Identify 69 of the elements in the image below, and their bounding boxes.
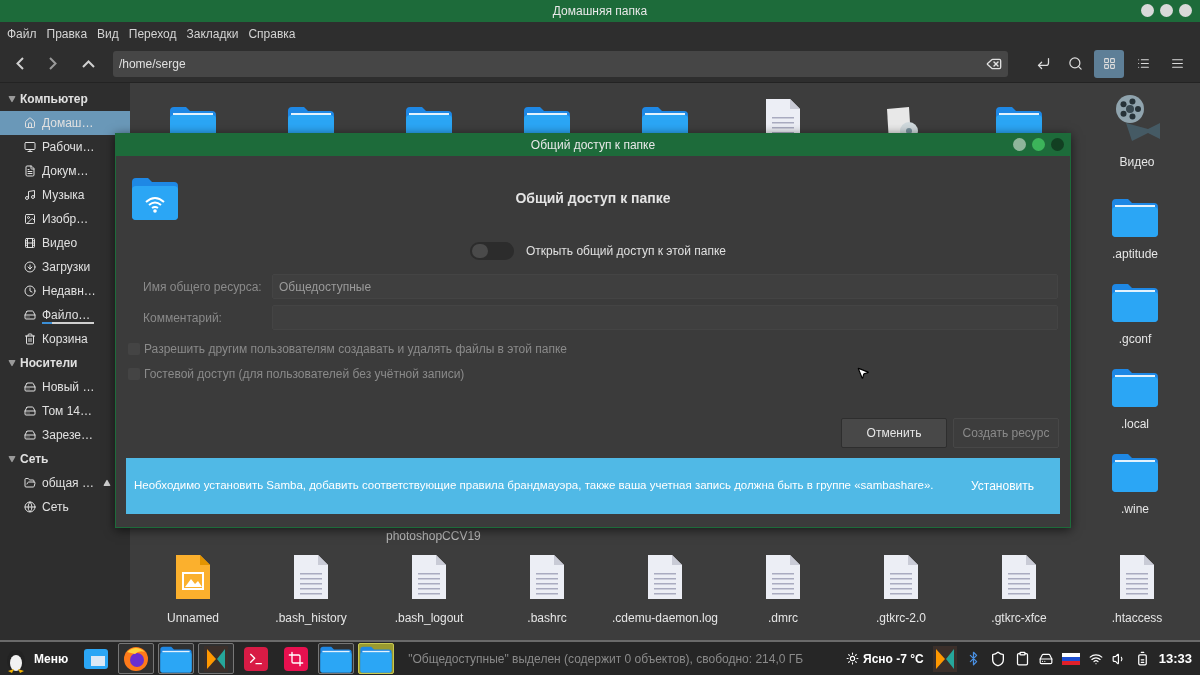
file-name[interactable]: Unnamed	[167, 611, 219, 626]
weather-text[interactable]: Ясно -7 °C	[863, 649, 924, 668]
place-label: Изобр…	[42, 211, 89, 228]
sidebar-item[interactable]: Зарезе…	[0, 423, 130, 447]
place-label: Докум…	[42, 163, 89, 180]
toggle-label: Открыть общий доступ к этой папке	[526, 243, 726, 260]
clock[interactable]: 13:33	[1158, 648, 1192, 669]
place-label: Видео	[42, 235, 78, 252]
field-label: Комментарий:	[142, 309, 223, 327]
place-label: Файло…	[42, 307, 91, 324]
place-label: Недавн…	[42, 283, 96, 300]
field-label: Имя общего ресурса:	[142, 278, 263, 296]
path-text: /home/serge	[118, 55, 186, 73]
file-name[interactable]: .gconf	[1118, 332, 1152, 347]
file-name[interactable]: Видео	[1119, 155, 1155, 170]
sidebar-item[interactable]: Корзина	[0, 327, 130, 351]
file-name[interactable]: .bashrc	[527, 611, 567, 626]
file-name[interactable]: .aptitude	[1111, 247, 1158, 262]
file-name[interactable]: .htaccess	[1111, 611, 1163, 626]
place-label: общая …	[42, 475, 94, 492]
file-name[interactable]: .dmrc	[768, 611, 798, 626]
sidebar-item[interactable]: Сеть	[0, 495, 130, 519]
file-name[interactable]: .cdemu-daemon.log	[611, 611, 719, 626]
place-label: Домаш…	[42, 115, 94, 132]
file-name[interactable]: .local	[1121, 417, 1149, 432]
dialog-title: Общий доступ к папке	[530, 137, 656, 154]
sidebar-heading: Носители	[20, 355, 78, 372]
place-label: Том 14…	[42, 403, 92, 420]
menu-item[interactable]: Справка	[243, 24, 301, 43]
place-label: Музыка	[42, 187, 85, 204]
menu-label[interactable]: Меню	[34, 649, 69, 668]
info-message: Необходимо установить Samba, добавить соответствующие правила брандмауэра, также ваша учетная запись должна быть в группе «sambashare».	[134, 478, 934, 494]
path-field[interactable]: /home/serge	[112, 50, 1008, 77]
sidebar-item[interactable]: Изобр…	[0, 207, 130, 231]
dialog-button[interactable]: Отменить	[841, 418, 947, 448]
menu-item[interactable]: Переход	[123, 24, 182, 43]
menu-item[interactable]: Вид	[92, 24, 124, 43]
sidebar-item[interactable]: Докум…	[0, 159, 130, 183]
file-name[interactable]: .bash_logout	[394, 611, 464, 626]
file-name[interactable]: .wine	[1121, 502, 1149, 517]
sidebar-heading: Сеть	[20, 451, 49, 468]
file-name[interactable]: .gtkrc-2.0	[876, 611, 926, 626]
sidebar-item[interactable]: Том 14…	[0, 399, 130, 423]
place-label: Сеть	[42, 499, 69, 516]
status-text: "Общедоступные" выделен (содержит 0 объектов), свободно: 214,0 ГБ	[408, 650, 804, 668]
checkbox-label: Гостевой доступ (для пользователей без учётной записи)	[144, 366, 465, 383]
place-label: Корзина	[42, 331, 88, 348]
place-label: Загрузки	[42, 259, 91, 276]
sidebar-item[interactable]: Недавн…	[0, 279, 130, 303]
dialog-heading: Общий доступ к папке	[514, 188, 672, 208]
window-title: Домашняя папка	[552, 3, 648, 20]
menu-item[interactable]: Правка	[41, 24, 93, 43]
place-label: Рабочи…	[42, 139, 95, 156]
place-label: Зарезе…	[42, 427, 94, 444]
file-name[interactable]: .gtkrc-xfce	[991, 611, 1047, 626]
sidebar-item[interactable]: общая …	[0, 471, 130, 495]
sidebar-item[interactable]: Видео	[0, 231, 130, 255]
sidebar-item[interactable]: Новый …	[0, 375, 130, 399]
file-name[interactable]: photoshopCCV19	[386, 527, 481, 545]
menu-item[interactable]: Файл	[2, 24, 42, 43]
sidebar-item[interactable]: Музыка	[0, 183, 130, 207]
checkbox-label: Разрешить другим пользователям создавать и удалять файлы в этой папке	[144, 341, 567, 358]
sidebar-item[interactable]: Загрузки	[0, 255, 130, 279]
sidebar-heading: Компьютер	[20, 91, 88, 108]
sidebar-item[interactable]: Файло…	[0, 303, 130, 327]
sidebar-item[interactable]: Рабочи…	[0, 135, 130, 159]
file-name[interactable]: .bash_history	[275, 611, 347, 626]
menu-item[interactable]: Закладки	[181, 24, 244, 43]
place-label: Новый …	[42, 379, 95, 396]
